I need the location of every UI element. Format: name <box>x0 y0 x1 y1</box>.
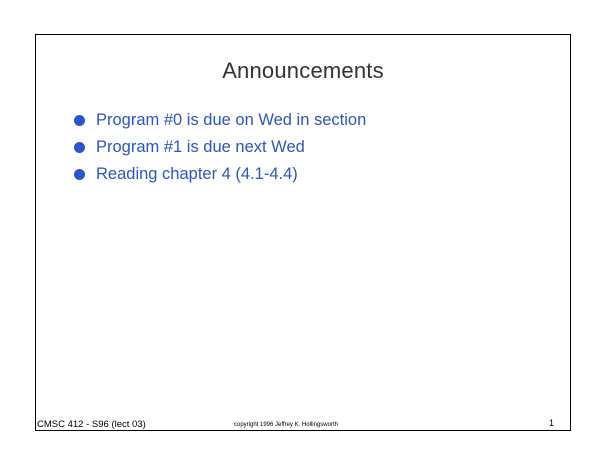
footer-course: CMSC 412 - S96 (lect 03) <box>37 419 146 430</box>
bullet-icon <box>74 142 85 153</box>
bullet-list: Program #0 is due on Wed in section Prog… <box>74 107 366 188</box>
bullet-icon <box>74 169 85 180</box>
bullet-text: Program #0 is due on Wed in section <box>96 111 367 129</box>
slide-title: Announcements <box>222 58 384 83</box>
bullet-text: Program #1 is due next Wed <box>96 138 305 156</box>
footer-copyright: copyright 1996 Jeffrey K. Hollingsworth <box>234 422 338 428</box>
bullet-icon <box>74 115 85 126</box>
slide-frame: Announcements Program #0 is due on Wed i… <box>35 34 571 431</box>
bullet-text: Reading chapter 4 (4.1-4.4) <box>96 165 298 183</box>
list-item: Program #0 is due on Wed in section <box>74 107 366 134</box>
list-item: Reading chapter 4 (4.1-4.4) <box>74 161 366 188</box>
page-number: 1 <box>548 418 554 428</box>
list-item: Program #1 is due next Wed <box>74 134 366 161</box>
